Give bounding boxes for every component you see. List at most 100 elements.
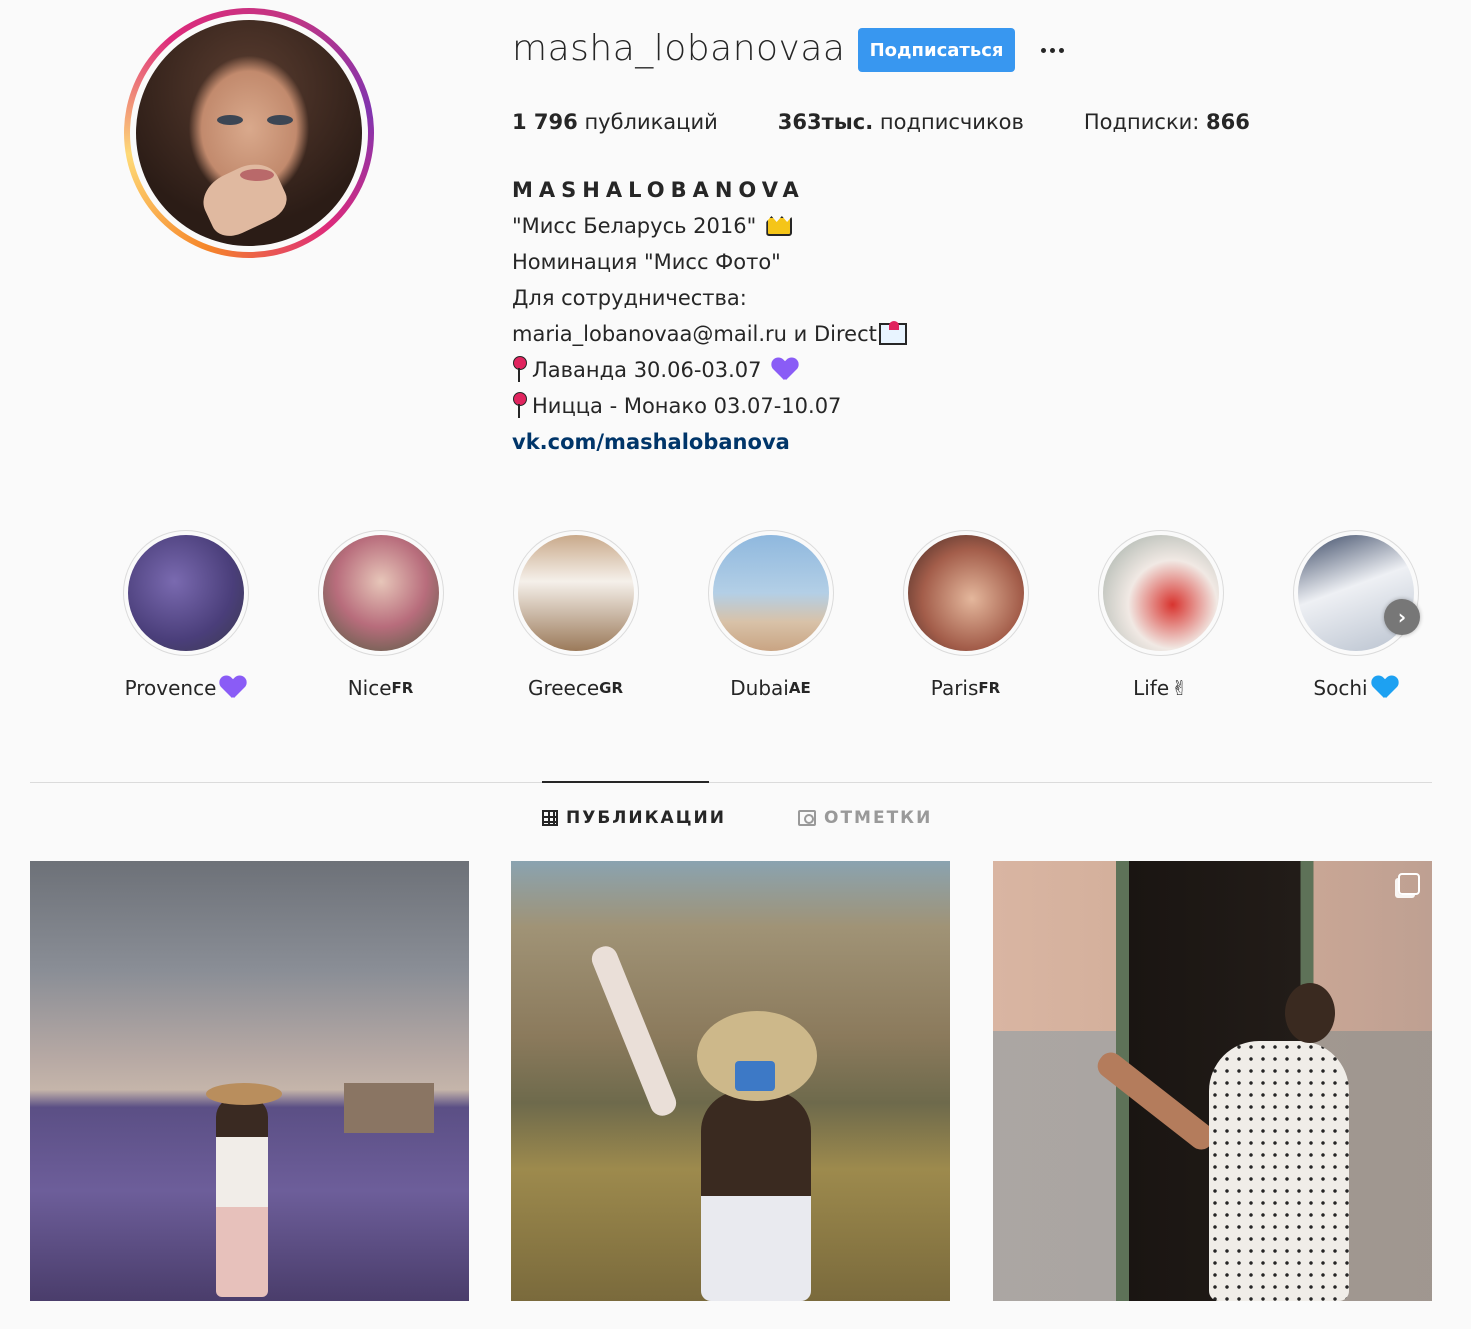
profile-bio: MASHALOBANOVA "Мисс Беларусь 2016" Номин… [512,172,907,460]
highlight-name: Life [1133,676,1170,700]
dot [1040,47,1046,53]
tab-label: ОТМЕТКИ [824,808,933,828]
highlight-label: Nice FR [348,676,414,700]
grid-icon [542,810,558,826]
profile-username: masha_lobanovaa [512,28,846,69]
highlight-ring [1292,530,1419,656]
chevron-right-icon[interactable]: › [1384,599,1420,635]
more-options-icon[interactable] [1036,28,1068,72]
following-count: 866 [1206,110,1250,134]
pushpin-icon [512,392,527,420]
followers-count: 363тыс. [777,110,874,134]
highlight-name: Dubai [730,676,789,700]
post-image-detail [344,1083,434,1133]
highlight-ring [707,530,834,656]
highlight-flag: GR [599,679,624,697]
highlight-label: Paris FR [931,676,1000,700]
followers-label: подписчиков [873,110,1024,134]
posts-count-stat: 1 796 публикаций [512,110,718,134]
bio-line: Номинация "Мисс Фото" [512,244,907,280]
highlight-flag: FR [391,679,414,697]
post-thumbnail[interactable] [993,861,1432,1301]
purple-heart-icon [772,358,798,382]
highlight-name: Provence [124,676,217,700]
tab-posts[interactable]: ПУБЛИКАЦИИ [542,808,726,828]
highlight-name: Nice [347,676,392,700]
bio-line: vk.com/mashalobanova [512,424,907,460]
highlight-label: Provence [125,676,247,700]
post-thumbnail[interactable] [30,861,469,1301]
profile-external-link[interactable]: vk.com/mashalobanova [512,424,790,460]
bio-text: Ницца - Монако 03.07-10.07 [532,394,842,418]
highlight-ring [902,530,1029,656]
highlight-nice[interactable]: Nice FR [283,530,478,700]
highlight-provence[interactable]: Provence [88,530,283,700]
crown-icon [766,216,793,236]
avatar-hand [194,155,293,244]
highlight-cover [712,535,829,651]
bio-line: "Мисс Беларусь 2016" [512,208,907,244]
avatar-eye [267,114,294,125]
highlight-label: Dubai AE [730,676,810,700]
highlight-flag: AE [788,679,811,697]
post-image-detail [206,1083,282,1105]
post-image-detail [1285,983,1335,1043]
highlight-life[interactable]: Life ✌ [1063,530,1258,700]
highlight-ring [122,530,249,656]
post-image-detail [1209,1041,1349,1301]
pushpin-icon [512,356,527,384]
post-image-detail [701,1091,811,1301]
profile-avatar-ring[interactable] [124,8,374,258]
highlight-cover [1102,535,1219,651]
bio-text: Для сотрудничества: [512,286,747,310]
posts-count: 1 796 [512,110,578,134]
highlight-greece[interactable]: Greece GR [478,530,673,700]
tab-tagged[interactable]: ОТМЕТКИ [798,808,932,828]
avatar [136,20,362,246]
highlight-cover [127,535,244,651]
highlight-ring [317,530,444,656]
purple-heart-icon [220,676,246,700]
highlight-cover [517,535,634,651]
bio-text: Лаванда 30.06-03.07 [532,358,762,382]
victory-hand-icon: ✌ [1171,676,1188,700]
profile-stats: 1 796 публикаций 363тыс. подписчиков Под… [512,110,1310,134]
tab-label: ПУБЛИКАЦИИ [566,808,726,828]
highlight-ring [1097,530,1224,656]
avatar-frame [130,14,368,252]
bio-line: Лаванда 30.06-03.07 [512,352,907,388]
followers-stat[interactable]: 363тыс. подписчиков [778,110,1024,134]
profile-full-name: MASHALOBANOVA [512,178,805,202]
story-highlights: Provence NiceFR GreeceGR DubaiAE Pari [88,530,1453,700]
dot [1058,47,1064,53]
highlight-cover [907,535,1024,651]
posts-label: публикаций [577,110,718,134]
dot [1049,47,1055,53]
following-stat[interactable]: Подписки: 866 [1084,110,1250,134]
bio-text: Номинация "Мисс Фото" [512,250,781,274]
carousel-icon [1398,873,1420,895]
highlight-dubai[interactable]: Dubai AE [673,530,868,700]
tagged-person-icon [798,810,816,826]
follow-button[interactable]: Подписаться [858,28,1015,72]
highlight-label: Greece GR [528,676,623,700]
tab-divider [30,782,1432,783]
highlight-sochi[interactable]: Sochi [1258,530,1453,700]
bio-line: Ницца - Монако 03.07-10.07 [512,388,907,424]
bio-text: maria_lobanovaa@mail.ru и Direct [512,322,877,346]
post-image-detail [588,942,680,1120]
bio-text: "Мисс Беларусь 2016" [512,214,757,238]
bio-line: maria_lobanovaa@mail.ru и Direct [512,316,907,352]
highlight-paris[interactable]: Paris FR [868,530,1063,700]
avatar-eye [217,114,244,125]
post-thumbnail[interactable] [511,861,950,1301]
active-tab-indicator [542,781,709,783]
post-image-detail [735,1061,775,1091]
highlight-name: Sochi [1313,676,1368,700]
highlight-flag: FR [978,679,1001,697]
love-letter-icon [878,321,907,345]
blue-heart-icon [1372,676,1398,700]
highlight-label: Sochi [1313,676,1397,700]
highlight-ring [512,530,639,656]
highlight-name: Paris [930,676,979,700]
